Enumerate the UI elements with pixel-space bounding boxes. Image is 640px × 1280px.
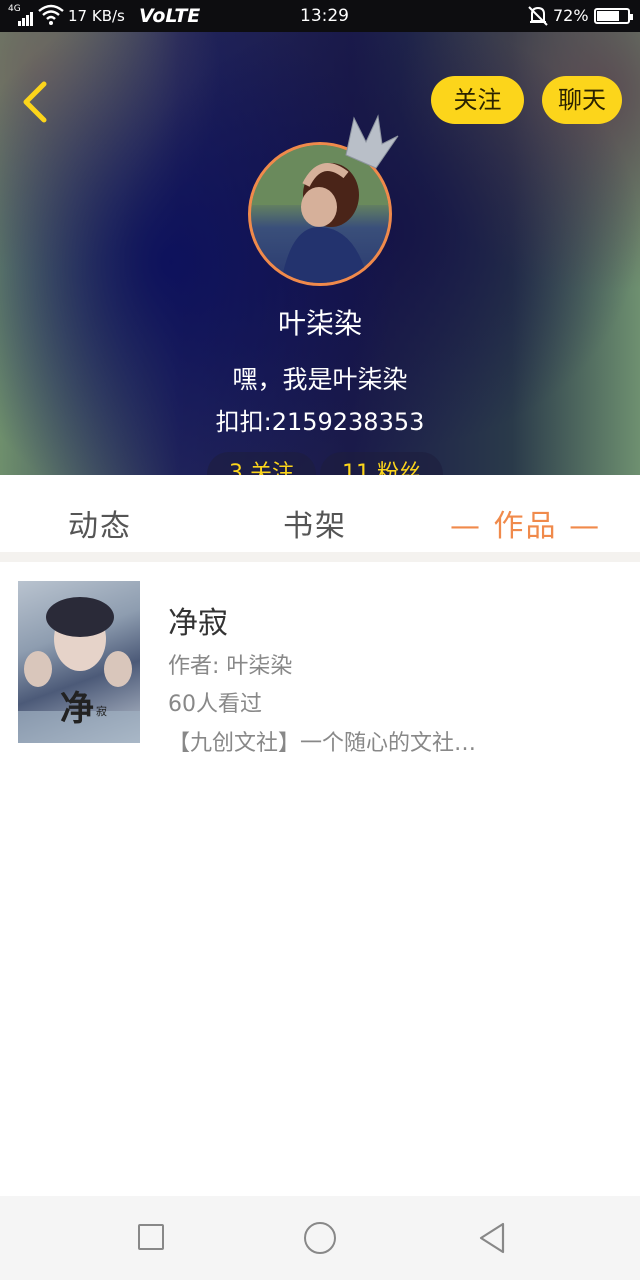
- follow-button[interactable]: 关注: [431, 76, 524, 124]
- profile-bio: 嘿，我是叶柒染: [232, 365, 408, 394]
- bell-muted-icon: [528, 5, 548, 32]
- tab-bookshelf[interactable]: 书架: [283, 501, 347, 545]
- following-count[interactable]: 3 关注: [207, 452, 316, 475]
- wifi-icon: [38, 4, 64, 31]
- status-bar: 4G 17 KB/s VoLTE 13:29 72%: [0, 0, 640, 32]
- profile-header: 关注 聊天 叶柒染 嘿，我是叶柒染 扣扣:2159238353 3 关注 11 …: [0, 32, 640, 475]
- cover-subtitle: 寂: [96, 705, 107, 718]
- triangle-back-icon[interactable]: [478, 1221, 506, 1259]
- work-views: 60人看过: [168, 692, 262, 717]
- tab-feed[interactable]: 动态: [68, 501, 132, 545]
- chevron-left-icon: [23, 81, 47, 123]
- volte-indicator: VoLTE: [139, 5, 201, 27]
- network-speed: 17 KB/s: [68, 7, 125, 25]
- work-description: 【九创文社】一个随心的文社…: [168, 731, 477, 756]
- crown-icon: [345, 114, 399, 169]
- chat-button[interactable]: 聊天: [542, 76, 622, 124]
- square-icon[interactable]: [138, 1224, 164, 1250]
- circle-icon[interactable]: [304, 1222, 336, 1254]
- battery-icon: [594, 8, 633, 24]
- profile-name: 叶柒染: [277, 307, 362, 340]
- clock: 13:29: [300, 6, 349, 26]
- signal-icon: [18, 10, 34, 26]
- profile-qq: 扣扣:2159238353: [215, 408, 425, 436]
- avatar-container[interactable]: [248, 114, 399, 286]
- fans-count[interactable]: 11 粉丝: [320, 452, 443, 475]
- system-nav-bar: [0, 1196, 640, 1280]
- work-title: 净寂: [168, 606, 228, 641]
- book-cover: 净 寂: [18, 581, 140, 743]
- profile-tabs: 动态 书架 — 作品 —: [0, 475, 640, 562]
- cover-title: 净: [60, 689, 94, 729]
- tab-works[interactable]: — 作品 —: [450, 501, 601, 545]
- back-button[interactable]: [18, 80, 52, 124]
- battery-percent: 72%: [553, 6, 589, 25]
- work-author: 作者: 叶柒染: [168, 654, 293, 679]
- work-card[interactable]: 净 寂 净寂 作者: 叶柒染 60人看过 【九创文社】一个随心的文社…: [10, 572, 630, 765]
